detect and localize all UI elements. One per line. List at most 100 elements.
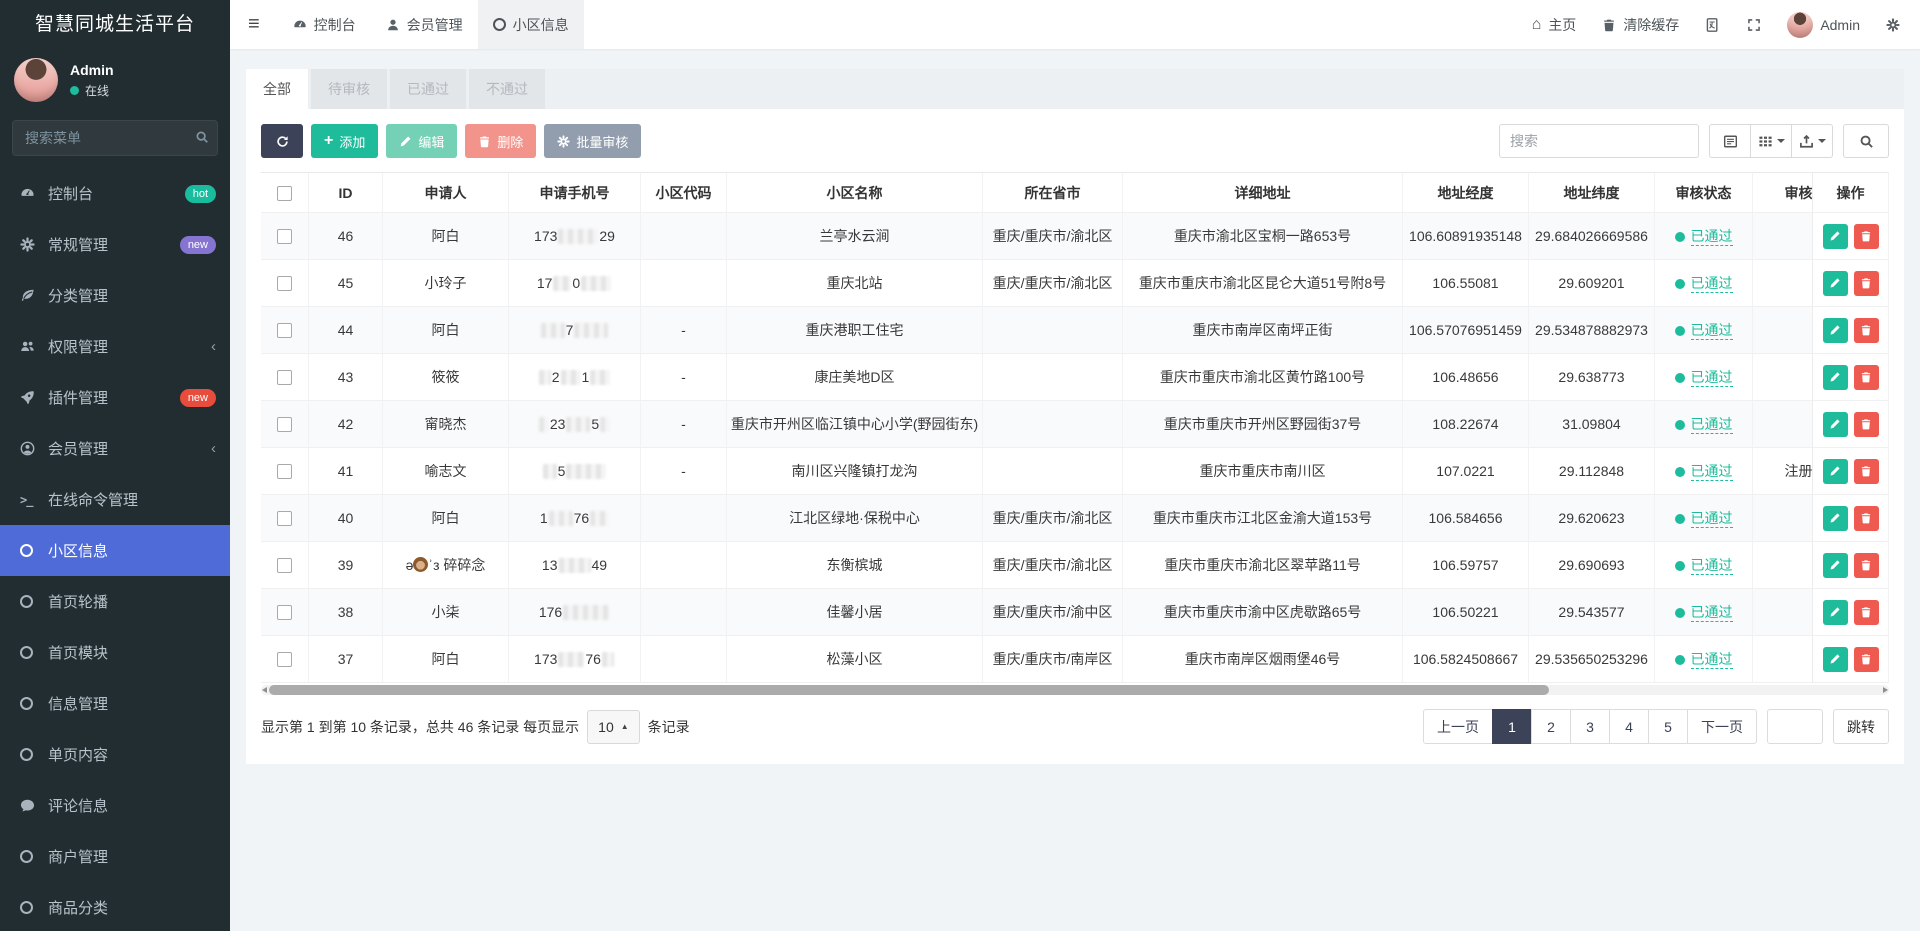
edit-row-button[interactable] [1823, 318, 1848, 343]
tab-failed[interactable]: 不通过 [469, 69, 545, 109]
tab-pending[interactable]: 待审核 [311, 69, 387, 109]
translate-button[interactable] [1692, 0, 1734, 49]
status-link[interactable]: 已通过 [1691, 275, 1733, 293]
edit-row-button[interactable] [1823, 459, 1848, 484]
add-button[interactable]: + 添加 [311, 124, 378, 158]
status-link[interactable]: 已通过 [1691, 463, 1733, 481]
delete-button[interactable]: 删除 [465, 124, 536, 158]
edit-row-button[interactable] [1823, 647, 1848, 672]
cell-select [261, 495, 309, 542]
status-link[interactable]: 已通过 [1691, 651, 1733, 669]
export-button[interactable] [1791, 124, 1833, 158]
sidebar-item-info-manage[interactable]: 信息管理 [0, 678, 230, 729]
row-checkbox[interactable] [277, 558, 292, 573]
edit-button[interactable]: 编辑 [386, 124, 457, 158]
menu-search-input[interactable] [12, 120, 218, 156]
delete-row-button[interactable] [1854, 647, 1879, 672]
clear-cache-button[interactable]: 清除缓存 [1589, 0, 1692, 49]
refresh-button[interactable] [261, 124, 303, 158]
edit-row-button[interactable] [1823, 365, 1848, 390]
row-checkbox[interactable] [277, 370, 292, 385]
detail-view-button[interactable] [1709, 124, 1751, 158]
page-button-3[interactable]: 3 [1570, 709, 1610, 744]
delete-row-button[interactable] [1854, 553, 1879, 578]
settings-button[interactable] [1873, 0, 1920, 49]
sidebar-item-category[interactable]: 分类管理 [0, 270, 230, 321]
sidebar-item-single-page[interactable]: 单页内容 [0, 729, 230, 780]
row-checkbox[interactable] [277, 417, 292, 432]
cell-id: 43 [309, 354, 383, 401]
edit-row-button[interactable] [1823, 224, 1848, 249]
delete-row-button[interactable] [1854, 459, 1879, 484]
phone-digits: 5 [591, 416, 599, 432]
jump-button[interactable]: 跳转 [1833, 709, 1889, 744]
fullscreen-button[interactable] [1734, 0, 1774, 49]
delete-row-button[interactable] [1854, 365, 1879, 390]
page-button-2[interactable]: 2 [1531, 709, 1571, 744]
row-checkbox[interactable] [277, 605, 292, 620]
sidebar-item-merchant[interactable]: 商户管理 [0, 831, 230, 882]
status-link[interactable]: 已通过 [1691, 369, 1733, 387]
tab-passed[interactable]: 已通过 [390, 69, 466, 109]
sidebar-toggle-button[interactable]: ≡ [230, 0, 278, 49]
home-link[interactable]: ⌂ 主页 [1519, 0, 1590, 49]
search-button[interactable] [1843, 124, 1889, 158]
topnav-item-community-info[interactable]: 小区信息 [478, 0, 584, 49]
status-link[interactable]: 已通过 [1691, 322, 1733, 340]
scrollbar-thumb[interactable] [269, 685, 1549, 695]
sidebar-item-general[interactable]: 常规管理new [0, 219, 230, 270]
next-page-button[interactable]: 下一页 [1687, 709, 1757, 744]
page-button-4[interactable]: 4 [1609, 709, 1649, 744]
sidebar-item-online-command[interactable]: >_在线命令管理 [0, 474, 230, 525]
sidebar-item-goods-category[interactable]: 商品分类 [0, 882, 230, 931]
topnav-item-member[interactable]: 会员管理 [371, 0, 478, 49]
user-name: Admin [70, 62, 114, 78]
select-all-checkbox[interactable] [277, 186, 292, 201]
tab-all[interactable]: 全部 [246, 69, 308, 109]
delete-row-button[interactable] [1854, 506, 1879, 531]
cell-lng: 106.584656 [1403, 495, 1529, 542]
delete-row-button[interactable] [1854, 318, 1879, 343]
topnav-item-dashboard[interactable]: 控制台 [278, 0, 371, 49]
edit-row-button[interactable] [1823, 412, 1848, 437]
delete-row-button[interactable] [1854, 271, 1879, 296]
columns-button[interactable] [1750, 124, 1792, 158]
row-checkbox[interactable] [277, 323, 292, 338]
delete-row-button[interactable] [1854, 224, 1879, 249]
page-size-select[interactable]: 10 ▲ [587, 710, 640, 744]
status-link[interactable]: 已通过 [1691, 228, 1733, 246]
sidebar-item-auth[interactable]: 权限管理‹ [0, 321, 230, 372]
row-checkbox[interactable] [277, 511, 292, 526]
row-checkbox[interactable] [277, 276, 292, 291]
row-checkbox[interactable] [277, 229, 292, 244]
cell-lng: 106.59757 [1403, 542, 1529, 589]
sidebar-item-community-info[interactable]: 小区信息 [0, 525, 230, 576]
status-link[interactable]: 已通过 [1691, 604, 1733, 622]
status-link[interactable]: 已通过 [1691, 416, 1733, 434]
delete-row-button[interactable] [1854, 412, 1879, 437]
row-checkbox[interactable] [277, 652, 292, 667]
sidebar-item-dashboard[interactable]: 控制台hot [0, 168, 230, 219]
sidebar-item-comment-info[interactable]: 评论信息 [0, 780, 230, 831]
status-link[interactable]: 已通过 [1691, 510, 1733, 528]
prev-page-button[interactable]: 上一页 [1423, 709, 1493, 744]
page-button-5[interactable]: 5 [1648, 709, 1688, 744]
sidebar-item-home-banner[interactable]: 首页轮播 [0, 576, 230, 627]
edit-row-button[interactable] [1823, 553, 1848, 578]
sidebar-item-home-module[interactable]: 首页模块 [0, 627, 230, 678]
caret-down-icon [1777, 139, 1785, 143]
delete-row-button[interactable] [1854, 600, 1879, 625]
sidebar-item-member[interactable]: 会员管理‹ [0, 423, 230, 474]
page-button-1[interactable]: 1 [1492, 709, 1532, 744]
batch-audit-button[interactable]: 批量审核 [544, 124, 641, 158]
edit-row-button[interactable] [1823, 271, 1848, 296]
status-link[interactable]: 已通过 [1691, 557, 1733, 575]
table-search-input[interactable] [1499, 124, 1699, 158]
horizontal-scrollbar[interactable] [261, 685, 1889, 695]
user-menu[interactable]: Admin [1774, 0, 1873, 49]
sidebar-item-addon[interactable]: 插件管理new [0, 372, 230, 423]
edit-row-button[interactable] [1823, 506, 1848, 531]
jump-page-input[interactable] [1767, 709, 1823, 744]
row-checkbox[interactable] [277, 464, 292, 479]
edit-row-button[interactable] [1823, 600, 1848, 625]
